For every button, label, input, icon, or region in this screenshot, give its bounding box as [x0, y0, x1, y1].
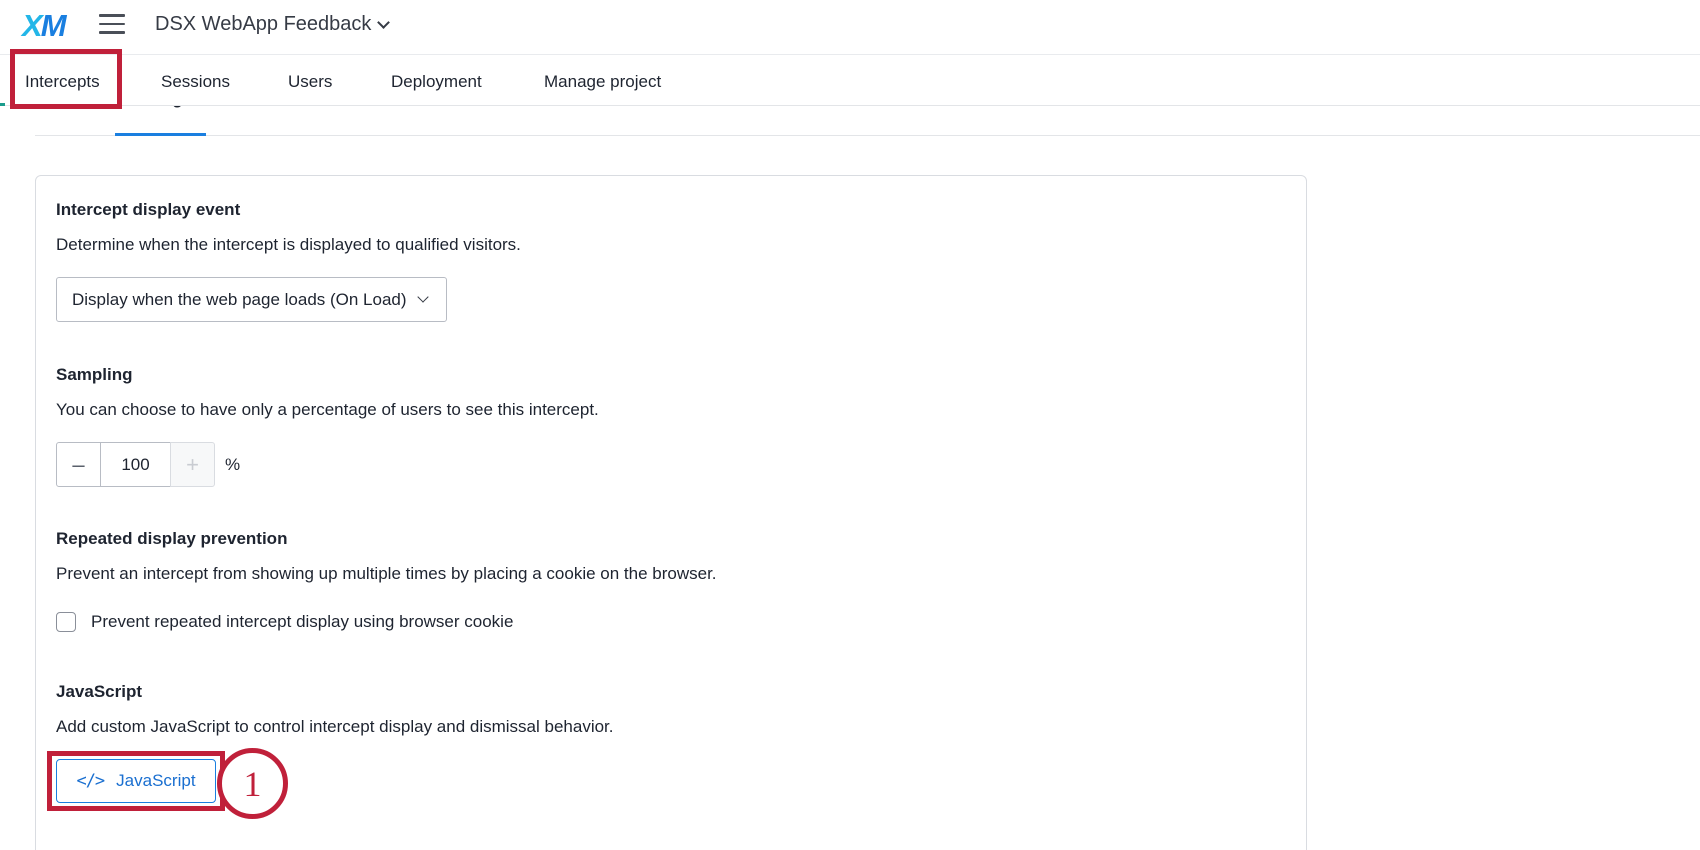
sub-tabs: Settings Test Statistics: [35, 89, 1700, 136]
top-bar: XM DSX WebApp Feedback: [0, 0, 1700, 55]
nav-tab-deployment[interactable]: Deployment: [391, 72, 482, 92]
prevent-repeated-display-option[interactable]: Prevent repeated intercept display using…: [56, 612, 513, 632]
javascript-button-label: JavaScript: [116, 771, 196, 790]
display-event-select[interactable]: Display when the web page loads (On Load…: [56, 277, 447, 322]
project-title: DSX WebApp Feedback: [155, 13, 372, 35]
prevent-repeated-display-label: Prevent repeated intercept display using…: [91, 612, 514, 631]
javascript-button[interactable]: </> JavaScript: [56, 759, 216, 803]
display-event-description: Determine when the intercept is displaye…: [56, 235, 521, 254]
prevent-repeated-display-checkbox[interactable]: [56, 612, 76, 632]
nav-active-accent: [0, 103, 5, 106]
xm-logo[interactable]: XM: [22, 8, 66, 44]
project-selector[interactable]: DSX WebApp Feedback: [155, 13, 391, 36]
chevron-down-icon: [377, 15, 391, 29]
subtab-active-indicator: [115, 133, 206, 136]
sampling-percent-input[interactable]: 100: [101, 442, 170, 487]
sampling-title: Sampling: [56, 365, 133, 384]
repeated-display-title: Repeated display prevention: [56, 529, 288, 548]
chevron-down-icon: [416, 291, 429, 303]
display-event-selected-value: Display when the web page loads (On Load…: [72, 289, 407, 309]
javascript-title: JavaScript: [56, 682, 142, 701]
display-event-title: Intercept display event: [56, 200, 241, 219]
sampling-description: You can choose to have only a percentage…: [56, 400, 599, 419]
repeated-display-description: Prevent an intercept from showing up mul…: [56, 564, 717, 583]
increment-button[interactable]: +: [170, 442, 215, 487]
nav-tab-manage-project[interactable]: Manage project: [544, 72, 661, 92]
nav-tab-intercepts[interactable]: Intercepts: [25, 72, 100, 92]
main-nav: Intercepts Sessions Users Deployment Man…: [0, 55, 1700, 106]
decrement-button[interactable]: –: [56, 442, 101, 487]
code-icon: </>: [76, 771, 105, 791]
step-number-badge: 1: [217, 748, 288, 819]
sampling-stepper: – 100 + %: [56, 442, 240, 487]
hamburger-menu-icon[interactable]: [99, 14, 125, 34]
javascript-description: Add custom JavaScript to control interce…: [56, 717, 614, 736]
percent-unit: %: [225, 454, 241, 474]
nav-tab-users[interactable]: Users: [288, 72, 332, 92]
intercept-settings-card: Intercept display event Determine when t…: [35, 175, 1307, 850]
nav-tab-sessions[interactable]: Sessions: [161, 72, 230, 92]
